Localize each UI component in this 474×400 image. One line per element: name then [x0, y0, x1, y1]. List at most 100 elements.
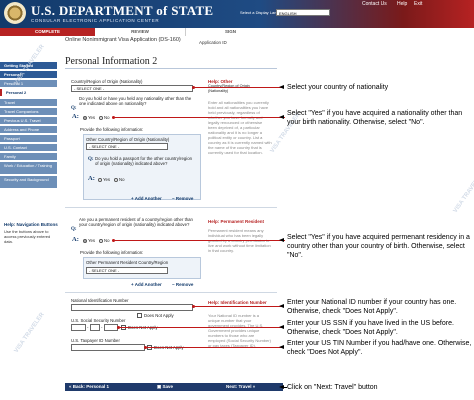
question-marker: Q: [71, 227, 77, 232]
ssn-label: U.S. Social Security Number [71, 318, 126, 323]
step-review: REVIEW [95, 28, 185, 36]
arrow-icon [279, 325, 284, 329]
annotation-next-travel: Click on "Next: Travel" button [287, 384, 378, 391]
sidebar-item-work-education[interactable]: Work / Education / Training [0, 162, 57, 174]
country-origin-label: Country/Region of Origin (Nationality) [71, 79, 143, 84]
help-id-title: Help: Identification Number [208, 300, 267, 305]
page-title: Online Nonimmigrant Visa Application (DS… [65, 37, 181, 43]
next-travel-button[interactable]: Next: Travel » [226, 383, 255, 391]
remove-residency-link[interactable]: − Remove [172, 282, 193, 287]
exit-link[interactable]: Exit [414, 1, 422, 7]
step-complete: COMPLETE [0, 28, 95, 36]
annotation-permanent-residency: Select "Yes" if you have acquired permen… [287, 234, 470, 259]
back-personal-1-button[interactable]: « Back: Personal 1 [69, 383, 109, 391]
answer-marker: A: [72, 236, 79, 243]
sidebar-nav: Getting Started Personal Personal 1 Pers… [0, 58, 59, 198]
save-button[interactable]: ▣ Save [157, 383, 173, 391]
ssn-separator: - [87, 325, 89, 330]
sidebar-item-personal-2[interactable]: Personal 2 [0, 89, 57, 96]
sidebar-item-passport[interactable]: Passport [0, 135, 57, 142]
ssn-separator: - [101, 325, 103, 330]
ssn-part2-input[interactable] [90, 324, 100, 331]
remove-nationality-link[interactable]: − Remove [172, 196, 193, 201]
does-not-apply-label: Does Not Apply [144, 313, 174, 318]
yes-label: Yes [103, 177, 111, 182]
sidebar-item-travel[interactable]: Travel [0, 99, 57, 106]
other-passport-question: Do you hold a passport for the other cou… [95, 156, 192, 166]
watermark: VISA TRAVELER [13, 311, 46, 355]
other-country-select[interactable]: - SELECT ONE - [86, 143, 168, 150]
department-title: U.S. DEPARTMENT of STATE [31, 3, 214, 18]
nav-help-title: Help: Navigation Buttons [4, 222, 58, 227]
annotation-national-id: Enter your National ID number if your co… [287, 299, 457, 315]
other-passport-yes-radio[interactable] [98, 178, 102, 182]
other-nationality-box: Other Country/Region of Origin (National… [83, 134, 201, 200]
annotation-nationality: Select your country of nationality [287, 84, 389, 91]
permanent-resident-yes-radio[interactable] [83, 239, 87, 243]
pointer-line [120, 327, 284, 328]
taxpayer-id-label: U.S. Taxpayer ID Number [71, 338, 120, 343]
other-country-label: Other Country/Region of Origin (National… [86, 137, 170, 142]
answer-marker: A: [88, 175, 95, 182]
sidebar-item-personal[interactable]: Personal [0, 71, 57, 78]
sidebar-item-previous-travel[interactable]: Previous U.S. Travel [0, 117, 57, 124]
annotation-ssn: Enter your US SSN if you have lived in t… [287, 320, 454, 336]
sidebar-item-address-phone[interactable]: Address and Phone [0, 126, 57, 133]
state-department-seal-icon [4, 2, 26, 24]
pointer-line [115, 240, 285, 241]
help-permanent-title: Help: Permanent Resident [208, 219, 265, 224]
other-nationality-no-radio[interactable] [99, 116, 103, 120]
help-link[interactable]: Help [397, 1, 407, 7]
application-id-label: Application ID [199, 40, 227, 45]
other-permanent-label: Other Permanent Resident Country/Region [86, 260, 169, 265]
help-other-text: Enter all nationalities you currently ho… [208, 100, 272, 155]
progress-bar: COMPLETE REVIEW SIGN [0, 28, 275, 36]
provide-info-label: Provide the following information: [80, 250, 144, 255]
question-marker: Q: [88, 157, 94, 162]
site-header: U.S. DEPARTMENT of STATE CONSULAR ELECTR… [0, 0, 474, 28]
contact-us-link[interactable]: Contact Us [362, 1, 387, 7]
annotation-tin: Enter your US TIN Number if you had/have… [287, 340, 472, 356]
sidebar-item-personal-1[interactable]: Personal 1 [0, 80, 57, 87]
arrow-icon [279, 385, 284, 389]
step-sign: SIGN [185, 28, 275, 36]
arrow-icon [279, 238, 284, 242]
yes-label: Yes [88, 238, 96, 243]
question-marker: Q: [71, 106, 77, 111]
section-divider [65, 292, 277, 293]
other-permanent-select[interactable]: - SELECT ONE - [86, 267, 168, 274]
other-nationality-question: Do you hold or have you held any nationa… [79, 96, 192, 106]
annotation-other-nationality: Select "Yes" if you have acquired a nati… [287, 110, 463, 126]
pointer-line [195, 87, 284, 88]
national-id-label: National Identification Number [71, 298, 129, 303]
arrow-icon [279, 85, 284, 89]
permanent-resident-question: Are you a permanent resident of a countr… [79, 217, 193, 227]
section-divider [65, 207, 277, 208]
sidebar-item-travel-companions[interactable]: Travel Companions [0, 108, 57, 115]
pointer-line [147, 347, 284, 348]
provide-info-label: Provide the following information: [80, 127, 144, 132]
country-origin-select[interactable]: - SELECT ONE - [71, 85, 193, 92]
sidebar-item-us-contact[interactable]: U.S. Contact [0, 144, 57, 151]
sidebar-item-security[interactable]: Security and Background [0, 176, 57, 188]
section-title: Personal Information 2 [65, 56, 158, 67]
arrow-icon [279, 115, 284, 119]
no-label: No [104, 115, 110, 120]
help-permanent-text: Permanent resident means any individual … [208, 228, 271, 253]
no-label: No [119, 177, 125, 182]
add-another-residency-link[interactable]: + Add Another [131, 282, 162, 287]
add-another-nationality-link[interactable]: + Add Another [131, 196, 162, 201]
other-nationality-yes-radio[interactable] [83, 116, 87, 120]
permanent-resident-no-radio[interactable] [99, 239, 103, 243]
taxpayer-id-input[interactable] [71, 344, 145, 351]
title-divider [65, 68, 277, 69]
department-subtitle: CONSULAR ELECTRONIC APPLICATION CENTER [31, 18, 160, 23]
nav-help-text: Use the buttons above to access previous… [4, 229, 51, 244]
national-id-input[interactable] [71, 304, 193, 311]
other-passport-no-radio[interactable] [114, 178, 118, 182]
language-select[interactable]: ENGLISH [276, 9, 330, 16]
sidebar-item-family[interactable]: Family [0, 153, 57, 160]
ssn-part1-input[interactable] [71, 324, 86, 331]
ssn-part3-input[interactable] [104, 324, 118, 331]
national-id-does-not-apply-checkbox[interactable] [137, 313, 142, 318]
